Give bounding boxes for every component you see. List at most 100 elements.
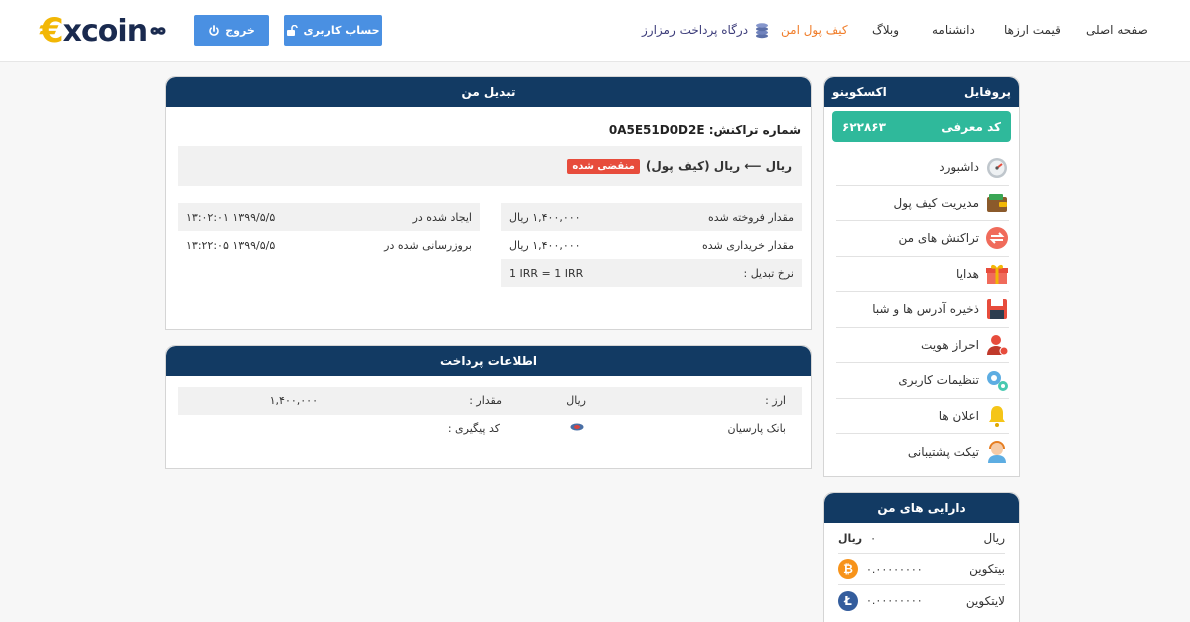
detail-label: بروزرسانی شده در (384, 238, 472, 252)
nav-home[interactable]: صفحه اصلی (1086, 23, 1148, 37)
detail-row: مقدار فروخته شده ۱,۴۰۰,۰۰۰ ریال (501, 203, 802, 231)
assets-card: دارایی های من ریال ریال ۰ بیتکوین ₿ ۰.۰۰… (823, 492, 1020, 622)
currency-value: ریال (566, 394, 586, 407)
exchange-icon (985, 226, 1009, 250)
top-header: € xcoin خروج حساب کاربری صفحه اصلی قیمت ا… (0, 0, 1190, 62)
menu-support-ticket[interactable]: تیکت پشتیبانی (836, 434, 1009, 470)
detail-value: 1 IRR = 1 IRR (509, 266, 584, 280)
rial-symbol-icon: ریال (838, 531, 863, 545)
bitcoin-icon: ₿ (838, 559, 858, 579)
asset-row-rial: ریال ریال ۰ (838, 523, 1005, 554)
menu-wallet-management[interactable]: مدیریت کیف پول (836, 186, 1009, 221)
referral-code-box: کد معرفی ۶۲۲۸۶۳ (832, 111, 1011, 142)
status-badge: منقضی شده (567, 158, 640, 174)
profile-header: پروفایل اکسکوینو (824, 77, 1019, 107)
menu-gifts-label: هدایا (956, 266, 979, 281)
asset-value: ۰.۰۰۰۰۰۰۰۰ (866, 562, 923, 576)
litecoin-icon: Ł (838, 590, 858, 611)
asset-value: ۰ (870, 531, 877, 545)
gears-icon (985, 368, 1009, 392)
nav-prices[interactable]: قیمت ارزها (1004, 23, 1061, 37)
exchange-header: تبدیل من (166, 77, 811, 107)
power-icon (209, 24, 220, 36)
detail-row: مقدار خریداری شده ۱,۴۰۰,۰۰۰ ریال (501, 231, 802, 259)
tracking-code-label: کد پیگیری : (447, 422, 500, 435)
profile-card: پروفایل اکسکوینو کد معرفی ۶۲۲۸۶۳ داشبورد… (823, 76, 1020, 477)
detail-row: بروزرسانی شده در ۱۳۹۹/۵/۵ ۱۳:۲۲:۰۵ (178, 231, 480, 259)
detail-value: ۱,۴۰۰,۰۰۰ ریال (509, 238, 581, 252)
menu-saved-addresses-label: ذخیره آدرس ها و شبا (872, 302, 979, 317)
detail-label: مقدار خریداری شده (701, 238, 794, 252)
detail-row: نرخ تبدیل : 1 IRR = 1 IRR (501, 259, 802, 287)
logout-label: خروج (225, 24, 255, 37)
bell-icon (985, 404, 1009, 428)
nav-secure-wallet[interactable]: کیف پول امن (781, 23, 848, 37)
menu-user-settings-label: تنظیمات کاربری (898, 373, 979, 388)
detail-value: ۱,۴۰۰,۰۰۰ ریال (509, 210, 581, 224)
bank-logo-icon (570, 421, 584, 436)
menu-my-transactions[interactable]: تراکنش های من (836, 221, 1009, 257)
support-icon (985, 440, 1009, 464)
floppy-icon (985, 297, 1009, 321)
payment-info-card: اطلاعات پرداخت ارز : ریال مقدار : ۱,۴۰۰,… (165, 345, 812, 469)
exchange-card: تبدیل من شماره تراکنش: 0A5E51D0D2E ریال … (165, 76, 812, 330)
profile-username: اکسکوینو (832, 85, 887, 99)
transaction-label: شماره تراکنش: (708, 123, 801, 137)
referral-label: کد معرفی (941, 119, 1001, 134)
logout-button[interactable]: خروج (194, 15, 269, 46)
menu-support-ticket-label: تیکت پشتیبانی (907, 444, 979, 459)
detail-label: ایجاد شده در (412, 210, 472, 224)
exchange-pair-bar: ریال ⟵ ریال (کیف پول) منقضی شده (178, 146, 802, 186)
menu-dashboard[interactable]: داشبورد (836, 150, 1009, 186)
exchange-pair: ریال ⟵ ریال (کیف پول) (645, 159, 792, 173)
asset-name: ریال (983, 531, 1005, 545)
speedometer-icon (985, 155, 1009, 179)
menu-notifications-label: اعلان ها (938, 408, 979, 423)
menu-identity-verification-label: احراز هویت (921, 337, 979, 352)
menu-my-transactions-label: تراکنش های من (898, 231, 980, 246)
detail-row: ایجاد شده در ۱۳۹۹/۵/۵ ۱۳:۰۲:۰۱ (178, 203, 480, 231)
excoin-logo[interactable]: € xcoin (40, 11, 169, 51)
detail-label: مقدار فروخته شده (707, 210, 794, 224)
menu-notifications[interactable]: اعلان ها (836, 399, 1009, 434)
payment-row: ارز : ریال مقدار : ۱,۴۰۰,۰۰۰ (178, 387, 802, 415)
nav-blog[interactable]: وبلاگ (872, 23, 899, 37)
nav-encyclopedia[interactable]: دانشنامه (932, 23, 975, 37)
menu-user-settings[interactable]: تنظیمات کاربری (836, 363, 1009, 399)
detail-label: نرخ تبدیل : (743, 266, 794, 280)
asset-value: ۰.۰۰۰۰۰۰۰۰ (866, 594, 923, 607)
detail-value: ۱۳۹۹/۵/۵ ۱۳:۲۲:۰۵ (186, 238, 276, 252)
currency-label: ارز : (765, 394, 786, 407)
menu-identity-verification[interactable]: احراز هویت (836, 328, 1009, 363)
bank-name: بانک پارسیان (727, 422, 786, 435)
asset-name: لایتکوین (965, 593, 1005, 608)
payment-header: اطلاعات پرداخت (166, 346, 811, 376)
user-verify-icon (985, 333, 1009, 357)
assets-header: دارایی های من (824, 493, 1019, 523)
detail-value: ۱۳۹۹/۵/۵ ۱۳:۰۲:۰۱ (186, 210, 276, 224)
asset-row-bitcoin: بیتکوین ₿ ۰.۰۰۰۰۰۰۰۰ (838, 554, 1005, 585)
profile-title: پروفایل (963, 85, 1011, 99)
payment-row: بانک پارسیان کد پیگیری : (178, 415, 802, 443)
menu-dashboard-label: داشبورد (939, 160, 979, 175)
gift-icon (985, 262, 1009, 286)
menu-saved-addresses[interactable]: ذخیره آدرس ها و شبا (836, 292, 1009, 328)
transaction-number: شماره تراکنش: 0A5E51D0D2E (609, 123, 801, 137)
referral-code: ۶۲۲۸۶۳ (842, 119, 886, 134)
infinity-icon (150, 27, 166, 35)
transaction-id: 0A5E51D0D2E (608, 123, 705, 137)
nav-crypto-gateway[interactable]: درگاه پرداخت رمزارز (642, 21, 770, 39)
exchange-dates: ایجاد شده در ۱۳۹۹/۵/۵ ۱۳:۰۲:۰۱ بروزرسانی… (178, 203, 480, 259)
exchange-amounts: مقدار فروخته شده ۱,۴۰۰,۰۰۰ ریال مقدار خر… (501, 203, 802, 287)
amount-label: مقدار : (469, 394, 502, 407)
account-button[interactable]: حساب کاربری (284, 15, 382, 46)
menu-wallet-management-label: مدیریت کیف پول (893, 195, 979, 210)
nav-crypto-gateway-label: درگاه پرداخت رمزارز (642, 23, 749, 37)
coin-stack-icon (756, 23, 769, 39)
asset-name: بیتکوین (969, 562, 1005, 576)
profile-menu: داشبورد مدیریت کیف پول تراکنش های من هدا… (836, 150, 1009, 470)
menu-gifts[interactable]: هدایا (836, 257, 1009, 292)
unlock-icon (287, 24, 299, 36)
asset-row-litecoin: لایتکوین Ł ۰.۰۰۰۰۰۰۰۰ (838, 585, 1005, 616)
amount-value: ۱,۴۰۰,۰۰۰ (269, 394, 318, 407)
